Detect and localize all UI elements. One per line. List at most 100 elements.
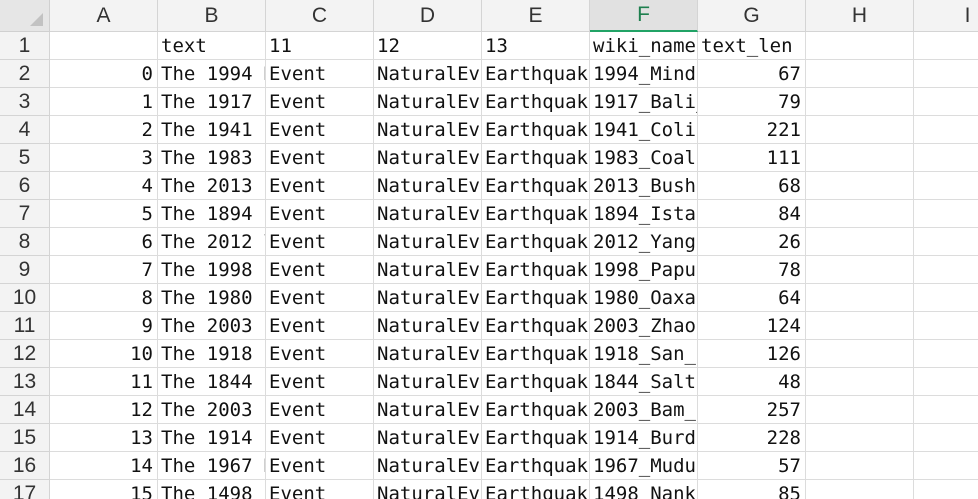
cell-f14[interactable]: 2003_Bam_e [590, 396, 698, 424]
cell-i10[interactable] [914, 284, 978, 312]
column-header-b[interactable]: B [158, 0, 266, 32]
cell-b3[interactable]: The 1917 B [158, 88, 266, 116]
row-header-15[interactable]: 15 [0, 424, 50, 452]
cell-d13[interactable]: NaturalEve [374, 368, 482, 396]
cell-b8[interactable]: The 2012 Y [158, 228, 266, 256]
cell-f12[interactable]: 1918_San_F [590, 340, 698, 368]
cell-h9[interactable] [806, 256, 914, 284]
cell-d11[interactable]: NaturalEve [374, 312, 482, 340]
cell-a5[interactable]: 3 [50, 144, 158, 172]
cell-f6[interactable]: 2013_Bushe [590, 172, 698, 200]
cell-h14[interactable] [806, 396, 914, 424]
cell-a16[interactable]: 14 [50, 452, 158, 480]
cell-f7[interactable]: 1894_Istan [590, 200, 698, 228]
row-header-6[interactable]: 6 [0, 172, 50, 200]
cell-i8[interactable] [914, 228, 978, 256]
cell-b12[interactable]: The 1918 S [158, 340, 266, 368]
cell-i12[interactable] [914, 340, 978, 368]
cell-i4[interactable] [914, 116, 978, 144]
cell-g7[interactable]: 84 [698, 200, 806, 228]
cell-a6[interactable]: 4 [50, 172, 158, 200]
cell-i11[interactable] [914, 312, 978, 340]
cell-g8[interactable]: 26 [698, 228, 806, 256]
cell-e5[interactable]: Earthquake [482, 144, 590, 172]
cell-f4[interactable]: 1941_Colim [590, 116, 698, 144]
cell-h8[interactable] [806, 228, 914, 256]
cell-e14[interactable]: Earthquake [482, 396, 590, 424]
cell-c15[interactable]: Event [266, 424, 374, 452]
row-header-9[interactable]: 9 [0, 256, 50, 284]
cell-h16[interactable] [806, 452, 914, 480]
cell-a15[interactable]: 13 [50, 424, 158, 452]
cell-c13[interactable]: Event [266, 368, 374, 396]
cell-i1[interactable] [914, 32, 978, 60]
cell-g5[interactable]: 111 [698, 144, 806, 172]
cell-e3[interactable]: Earthquake [482, 88, 590, 116]
cell-c17[interactable]: Event [266, 480, 374, 499]
cell-f17[interactable]: 1498_Nanka [590, 480, 698, 499]
cell-h13[interactable] [806, 368, 914, 396]
row-header-3[interactable]: 3 [0, 88, 50, 116]
cell-d8[interactable]: NaturalEve [374, 228, 482, 256]
cell-a3[interactable]: 1 [50, 88, 158, 116]
cell-i15[interactable] [914, 424, 978, 452]
row-header-12[interactable]: 12 [0, 340, 50, 368]
cell-a1[interactable] [50, 32, 158, 60]
column-header-d[interactable]: D [374, 0, 482, 32]
cell-d9[interactable]: NaturalEve [374, 256, 482, 284]
cell-i9[interactable] [914, 256, 978, 284]
cell-c3[interactable]: Event [266, 88, 374, 116]
cell-i14[interactable] [914, 396, 978, 424]
cell-f1[interactable]: wiki_name [590, 32, 698, 60]
cell-g13[interactable]: 48 [698, 368, 806, 396]
cell-g11[interactable]: 124 [698, 312, 806, 340]
cell-c14[interactable]: Event [266, 396, 374, 424]
cell-h15[interactable] [806, 424, 914, 452]
cell-b6[interactable]: The 2013 B [158, 172, 266, 200]
row-header-17[interactable]: 17 [0, 480, 50, 499]
cell-d12[interactable]: NaturalEve [374, 340, 482, 368]
cell-d16[interactable]: NaturalEve [374, 452, 482, 480]
cell-f2[interactable]: 1994_Mindo [590, 60, 698, 88]
cell-c5[interactable]: Event [266, 144, 374, 172]
cell-e10[interactable]: Earthquake [482, 284, 590, 312]
cell-h2[interactable] [806, 60, 914, 88]
cell-f15[interactable]: 1914_Burdu [590, 424, 698, 452]
select-all-corner[interactable] [0, 0, 50, 32]
cell-i6[interactable] [914, 172, 978, 200]
cell-g9[interactable]: 78 [698, 256, 806, 284]
cell-a8[interactable]: 6 [50, 228, 158, 256]
cell-e8[interactable]: Earthquake [482, 228, 590, 256]
row-header-4[interactable]: 4 [0, 116, 50, 144]
row-header-14[interactable]: 14 [0, 396, 50, 424]
cell-c6[interactable]: Event [266, 172, 374, 200]
cell-e4[interactable]: Earthquake [482, 116, 590, 144]
cell-b7[interactable]: The 1894 I [158, 200, 266, 228]
cell-h12[interactable] [806, 340, 914, 368]
cell-d2[interactable]: NaturalEve [374, 60, 482, 88]
cell-d5[interactable]: NaturalEve [374, 144, 482, 172]
cell-a7[interactable]: 5 [50, 200, 158, 228]
cell-a2[interactable]: 0 [50, 60, 158, 88]
cell-d7[interactable]: NaturalEve [374, 200, 482, 228]
cell-b2[interactable]: The 1994 M [158, 60, 266, 88]
cell-d3[interactable]: NaturalEve [374, 88, 482, 116]
cell-e7[interactable]: Earthquake [482, 200, 590, 228]
cell-b13[interactable]: The 1844 S [158, 368, 266, 396]
cell-a13[interactable]: 11 [50, 368, 158, 396]
cell-h5[interactable] [806, 144, 914, 172]
cell-g2[interactable]: 67 [698, 60, 806, 88]
column-header-e[interactable]: E [482, 0, 590, 32]
cell-g10[interactable]: 64 [698, 284, 806, 312]
cell-b14[interactable]: The 2003 B [158, 396, 266, 424]
cell-i13[interactable] [914, 368, 978, 396]
cell-i7[interactable] [914, 200, 978, 228]
cell-d4[interactable]: NaturalEve [374, 116, 482, 144]
cell-d14[interactable]: NaturalEve [374, 396, 482, 424]
cell-c8[interactable]: Event [266, 228, 374, 256]
column-header-f[interactable]: F [590, 0, 698, 32]
cell-f3[interactable]: 1917_Bali_ [590, 88, 698, 116]
cell-e11[interactable]: Earthquake [482, 312, 590, 340]
cell-g15[interactable]: 228 [698, 424, 806, 452]
cell-d6[interactable]: NaturalEve [374, 172, 482, 200]
